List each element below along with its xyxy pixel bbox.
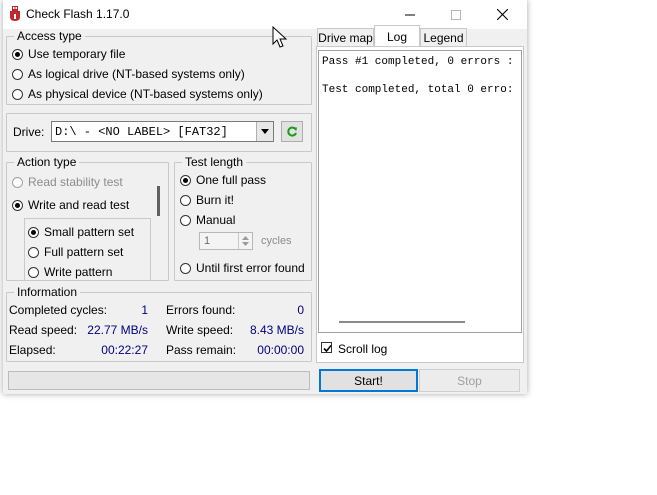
radio-until-first-error[interactable]: Until first error found	[180, 261, 305, 275]
cycles-spinner[interactable]: 1	[199, 232, 253, 250]
checkmark-icon	[323, 344, 332, 353]
stop-button[interactable]: Stop	[419, 369, 520, 392]
drive-select[interactable]: D:\ - <NO LABEL> [FAT32]	[51, 121, 274, 142]
information-title: Information	[14, 285, 81, 299]
radio-dot	[180, 214, 191, 226]
tab-drive-map[interactable]: Drive map	[317, 28, 374, 47]
radio-write-and-read-test[interactable]: Write and read test	[12, 198, 129, 212]
spinner-arrows[interactable]	[238, 233, 252, 249]
close-button[interactable]	[479, 0, 525, 29]
radio-dot	[12, 176, 23, 188]
cycles-label: cycles	[261, 235, 292, 247]
chevron-down-icon[interactable]	[256, 122, 273, 141]
radio-physical-device[interactable]: As physical device (NT-based systems onl…	[12, 87, 263, 101]
radio-dot	[180, 174, 191, 186]
progress-bar	[8, 371, 310, 390]
read-speed-value: 22.77 MB/s	[87, 323, 148, 337]
completed-cycles-value: 1	[141, 303, 148, 317]
window-title: Check Flash 1.17.0	[26, 7, 130, 21]
completed-cycles-label: Completed cycles:	[9, 303, 108, 317]
radio-write-pattern[interactable]: Write pattern	[28, 265, 112, 279]
radio-manual[interactable]: Manual	[180, 213, 235, 227]
errors-found-value: 0	[297, 303, 304, 317]
radio-dot	[28, 266, 39, 278]
cycles-value: 1	[204, 235, 211, 247]
write-speed-value: 8.43 MB/s	[249, 323, 304, 337]
radio-dot	[12, 199, 23, 211]
action-type-scrollbar-thumb[interactable]	[157, 186, 160, 216]
maximize-icon	[451, 9, 461, 20]
refresh-drives-button[interactable]	[281, 121, 303, 142]
drive-label: Drive:	[13, 125, 45, 139]
mouse-cursor-icon	[272, 26, 288, 48]
radio-label: As logical drive (NT-based systems only)	[28, 67, 245, 81]
radio-burn-it[interactable]: Burn it!	[180, 193, 234, 207]
write-speed-label: Write speed:	[166, 323, 234, 337]
test-length-title: Test length	[182, 155, 247, 169]
errors-found-label: Errors found:	[166, 303, 236, 317]
radio-read-stability-test[interactable]: Read stability test	[12, 175, 123, 189]
scroll-log-label: Scroll log	[338, 342, 388, 356]
radio-dot	[12, 88, 23, 100]
tab-label: Drive map	[318, 31, 373, 45]
tab-label: Log	[386, 29, 408, 44]
read-speed-label: Read speed:	[9, 323, 78, 337]
tab-log[interactable]: Log	[374, 25, 420, 47]
radio-use-temporary-file[interactable]: Use temporary file	[12, 47, 125, 61]
log-text-area[interactable]: Pass #1 completed, 0 errors : Test compl…	[318, 50, 522, 333]
action-type-title: Action type	[14, 155, 80, 169]
radio-label: As physical device (NT-based systems onl…	[28, 87, 263, 101]
scroll-log-checkbox[interactable]	[321, 342, 332, 353]
elapsed-label: Elapsed:	[9, 343, 56, 357]
radio-label: Write and read test	[28, 198, 130, 212]
radio-dot	[12, 68, 23, 80]
radio-label: Small pattern set	[44, 225, 135, 239]
radio-logical-drive[interactable]: As logical drive (NT-based systems only)	[12, 67, 245, 81]
usb-flash-icon	[10, 6, 20, 21]
radio-dot	[180, 194, 191, 206]
log-line-1: Pass #1 completed, 0 errors :	[322, 56, 514, 68]
radio-one-full-pass[interactable]: One full pass	[180, 173, 266, 187]
radio-label: Until first error found	[196, 261, 305, 275]
radio-small-pattern-set[interactable]: Small pattern set	[28, 225, 134, 239]
minimize-icon	[405, 14, 415, 15]
radio-label: Burn it!	[196, 193, 235, 207]
tab-legend[interactable]: Legend	[420, 28, 467, 47]
radio-label: Read stability test	[28, 175, 123, 189]
radio-dot	[12, 48, 23, 60]
stop-button-label: Stop	[457, 373, 482, 388]
horizontal-scrollbar-thumb[interactable]	[339, 321, 465, 323]
radio-label: Write pattern	[44, 265, 113, 279]
pass-remain-value: 00:00:00	[257, 343, 304, 357]
radio-label: Manual	[196, 213, 236, 227]
pass-remain-label: Pass remain:	[166, 343, 237, 357]
radio-dot	[28, 246, 39, 258]
maximize-button[interactable]	[433, 0, 479, 29]
start-button[interactable]: Start!	[319, 369, 418, 392]
tab-label: Legend	[423, 31, 464, 45]
title-bar: Check Flash 1.17.0	[3, 0, 527, 29]
radio-label: One full pass	[196, 173, 267, 187]
radio-dot	[28, 226, 39, 238]
start-button-label: Start!	[354, 373, 383, 388]
radio-label: Use temporary file	[28, 47, 126, 61]
radio-label: Full pattern set	[44, 245, 124, 259]
close-icon	[496, 9, 508, 20]
spinner-arrows-icon	[242, 236, 249, 246]
log-line-2: Test completed, total 0 erro:	[322, 84, 514, 96]
radio-full-pattern-set[interactable]: Full pattern set	[28, 245, 123, 259]
access-type-title: Access type	[14, 29, 85, 43]
drive-select-value: D:\ - <NO LABEL> [FAT32]	[55, 125, 228, 139]
radio-dot	[180, 262, 191, 274]
elapsed-value: 00:22:27	[101, 343, 148, 357]
check-flash-window: Check Flash 1.17.0 Access type Use tempo…	[3, 0, 527, 394]
refresh-icon	[287, 126, 297, 137]
